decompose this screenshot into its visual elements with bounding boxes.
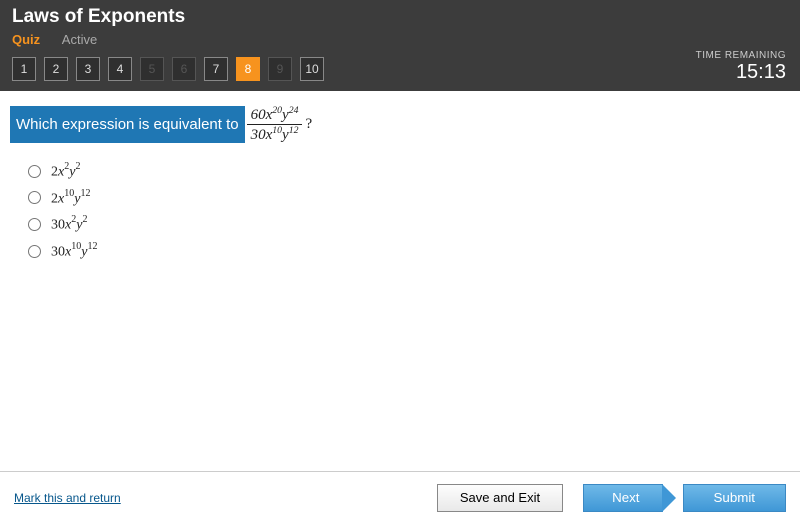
question-nav-5[interactable]: 5 bbox=[140, 57, 164, 81]
fraction-denominator: 30x10y12 bbox=[247, 125, 303, 144]
num-x-exp: 20 bbox=[272, 105, 282, 116]
question-nav-9[interactable]: 9 bbox=[268, 57, 292, 81]
option-4-expr: 30x10y12 bbox=[51, 242, 97, 261]
tab-quiz[interactable]: Quiz bbox=[12, 32, 40, 47]
quiz-header: Laws of Exponents Quiz Active 1234567891… bbox=[0, 0, 800, 91]
option-1-radio[interactable] bbox=[28, 165, 41, 178]
fraction-numerator: 60x20y24 bbox=[247, 105, 303, 124]
question-nav-1[interactable]: 1 bbox=[12, 57, 36, 81]
question-stem: Which expression is equivalent to 60x20y… bbox=[10, 105, 790, 144]
option-1-expr: 2x2y2 bbox=[51, 162, 80, 181]
question-content: Which expression is equivalent to 60x20y… bbox=[0, 91, 800, 471]
option-4-radio[interactable] bbox=[28, 245, 41, 258]
den-y-exp: 12 bbox=[289, 125, 299, 136]
timer-label: TIME REMAINING bbox=[696, 50, 786, 61]
question-nav-2[interactable]: 2 bbox=[44, 57, 68, 81]
option-2-radio[interactable] bbox=[28, 191, 41, 204]
submit-button[interactable]: Submit bbox=[683, 484, 786, 512]
save-exit-button[interactable]: Save and Exit bbox=[437, 484, 563, 512]
footer-bar: Mark this and return Save and Exit Next … bbox=[0, 471, 800, 523]
option-2-expr: 2x10y12 bbox=[51, 189, 90, 208]
question-nav-10[interactable]: 10 bbox=[300, 57, 324, 81]
option-3-radio[interactable] bbox=[28, 218, 41, 231]
option-4[interactable]: 30x10y12 bbox=[28, 242, 790, 261]
timer: TIME REMAINING 15:13 bbox=[696, 50, 786, 84]
question-nav-7[interactable]: 7 bbox=[204, 57, 228, 81]
page-title: Laws of Exponents bbox=[12, 6, 788, 28]
den-coef: 30 bbox=[251, 127, 266, 143]
stem-fraction: 60x20y24 30x10y12 bbox=[247, 105, 303, 144]
num-y-exp: 24 bbox=[289, 105, 299, 116]
mark-return-link[interactable]: Mark this and return bbox=[14, 491, 121, 505]
option-3-expr: 30x2y2 bbox=[51, 215, 87, 234]
den-x-exp: 10 bbox=[272, 125, 282, 136]
option-2[interactable]: 2x10y12 bbox=[28, 189, 790, 208]
question-nav-4[interactable]: 4 bbox=[108, 57, 132, 81]
question-nav-3[interactable]: 3 bbox=[76, 57, 100, 81]
tab-row: Quiz Active bbox=[12, 32, 788, 47]
timer-value: 15:13 bbox=[696, 61, 786, 84]
option-1[interactable]: 2x2y2 bbox=[28, 162, 790, 181]
question-nav-6[interactable]: 6 bbox=[172, 57, 196, 81]
answer-options: 2x2y2 2x10y12 30x2y2 30x10y12 bbox=[10, 162, 790, 261]
next-button[interactable]: Next bbox=[583, 484, 662, 512]
tab-active[interactable]: Active bbox=[62, 32, 97, 47]
question-nav-8[interactable]: 8 bbox=[236, 57, 260, 81]
option-3[interactable]: 30x2y2 bbox=[28, 215, 790, 234]
num-coef: 60 bbox=[251, 107, 266, 123]
stem-text: Which expression is equivalent to bbox=[10, 106, 245, 143]
question-nav: 123456789 10 bbox=[12, 57, 788, 81]
stem-qmark: ? bbox=[305, 116, 312, 133]
